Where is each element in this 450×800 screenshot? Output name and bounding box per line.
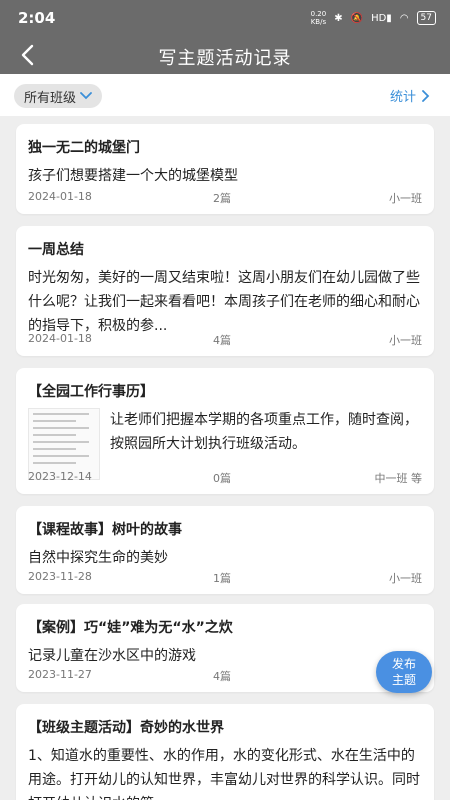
chevron-down-icon: [80, 92, 92, 100]
card-count: 1篇: [213, 572, 231, 585]
activity-card[interactable]: 一周总结 时光匆匆，美好的一周又结束啦！这周小朋友们在幼儿园做了些什么呢？让我们…: [16, 226, 434, 356]
stats-link[interactable]: 统计: [390, 86, 430, 105]
card-date: 2023-11-28: [28, 570, 92, 583]
card-text: 记录儿童在沙水区中的游戏: [28, 648, 196, 664]
card-meta: 2024-01-18 2篇 小一班: [28, 190, 422, 206]
cell-signal-icon: HD▮: [371, 12, 392, 24]
card-class: 小一班: [389, 572, 422, 585]
card-class: 小一班: [389, 334, 422, 347]
card-class: 小一班: [389, 192, 422, 205]
activity-card[interactable]: 【班级主题活动】奇妙的水世界 1、知道水的重要性、水的作用，水的变化形式、水在生…: [16, 704, 434, 800]
card-title: 【班级主题活动】奇妙的水世界: [28, 720, 224, 736]
card-date: 2023-12-14: [28, 470, 92, 483]
card-title: 【全园工作行事历】: [28, 384, 154, 400]
card-title: 【课程故事】树叶的故事: [28, 522, 182, 538]
card-text: 时光匆匆，美好的一周又结束啦！这周小朋友们在幼儿园做了些什么呢？让我们一起来看看…: [28, 270, 420, 334]
status-icons: 0.20 KB/s ✱ 🔕 HD▮ ◠ 57: [311, 10, 436, 26]
mute-icon: 🔕: [350, 12, 364, 24]
page-title: 写主题活动记录: [158, 48, 292, 69]
card-count: 4篇: [213, 670, 231, 683]
card-text: 孩子们想要搭建一个大的城堡模型: [28, 168, 238, 184]
card-meta: 2023-11-27 4篇: [28, 668, 422, 684]
card-title: 独一无二的城堡门: [28, 140, 140, 156]
nav-bar: 写主题活动记录: [0, 36, 450, 74]
card-count: 0篇: [213, 472, 231, 485]
activity-card[interactable]: 【案例】巧“娃”难为无“水”之炊 记录儿童在沙水区中的游戏 2023-11-27…: [16, 604, 434, 692]
wifi-icon: ◠: [399, 12, 409, 24]
card-title: 【案例】巧“娃”难为无“水”之炊: [28, 620, 233, 636]
publish-theme-button[interactable]: 发布 主题: [376, 651, 432, 693]
activity-list[interactable]: 2024-01-18 独一无二的城堡门 孩子们想要搭建一个大的城堡模型 2024…: [0, 116, 450, 800]
card-meta: 2023-12-14 0篇 中一班 等: [28, 470, 422, 486]
card-date: 2024-01-18: [28, 190, 92, 203]
card-class: 中一班 等: [374, 472, 423, 485]
class-filter-label: 所有班级: [24, 90, 77, 106]
filter-bar: 所有班级 统计: [0, 74, 450, 116]
card-meta: 2023-11-28 1篇 小一班: [28, 570, 422, 586]
chevron-right-icon: [422, 89, 430, 102]
network-speed: 0.20 KB/s: [310, 10, 327, 26]
card-text: 自然中探究生命的美妙: [28, 550, 168, 566]
card-meta: 2024-01-18 4篇 小一班: [28, 332, 422, 348]
status-time: 2:04: [18, 9, 56, 27]
battery-icon: 57: [416, 11, 436, 25]
status-bar: 2:04 0.20 KB/s ✱ 🔕 HD▮ ◠ 57: [0, 0, 450, 36]
card-title: 一周总结: [28, 242, 84, 258]
bluetooth-icon: ✱: [334, 12, 343, 24]
card-date: 2023-11-27: [28, 668, 92, 681]
card-count: 4篇: [213, 334, 231, 347]
activity-card[interactable]: 独一无二的城堡门 孩子们想要搭建一个大的城堡模型 2024-01-18 2篇 小…: [16, 124, 434, 214]
card-date: 2024-01-18: [28, 332, 92, 345]
card-text: 1、知道水的重要性、水的作用，水的变化形式、水在生活中的用途。打开幼儿的认知世界…: [28, 748, 420, 800]
class-filter-dropdown[interactable]: 所有班级: [14, 84, 103, 108]
stats-label: 统计: [389, 90, 416, 105]
activity-card[interactable]: 【课程故事】树叶的故事 自然中探究生命的美妙 2023-11-28 1篇 小一班: [16, 506, 434, 594]
card-count: 2篇: [213, 192, 231, 205]
activity-card[interactable]: 【全园工作行事历】 让老师们把握本学期的各项重点工作，随时查阅，按照园所大计划执…: [16, 368, 434, 494]
